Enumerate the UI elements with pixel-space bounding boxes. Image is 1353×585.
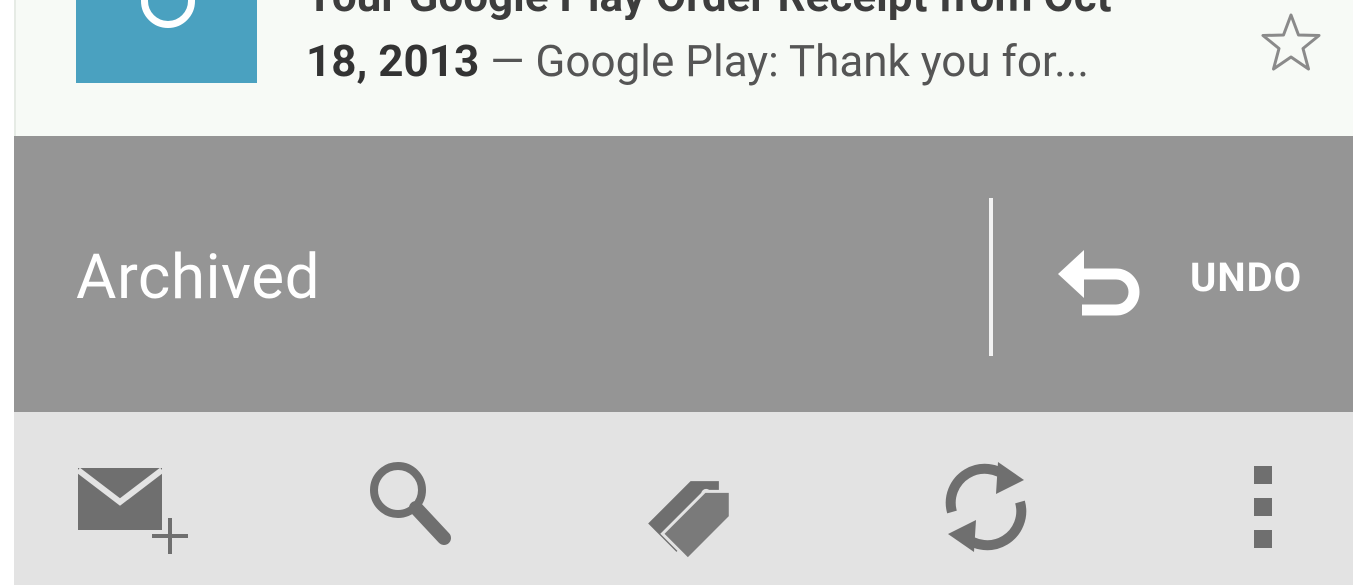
sender-avatar[interactable] — [76, 0, 257, 83]
star-icon[interactable] — [1260, 12, 1322, 74]
subject-clip: Your Google Play Order Receipt from Oct — [306, 0, 1236, 20]
email-snippet: Google Play: Thank you for... — [535, 35, 1089, 87]
search-icon — [370, 462, 451, 545]
snackbar-divider — [989, 198, 993, 356]
compose-mail-icon — [76, 467, 188, 554]
snackbar-status-text: Archived — [76, 241, 321, 314]
screen: Your Google Play Order Receipt from Oct … — [0, 0, 1353, 585]
archived-snackbar: Archived UNDO — [14, 136, 1353, 412]
bottom-action-bar — [14, 412, 1353, 585]
undo-label: UNDO — [1190, 254, 1303, 301]
compose-button[interactable] — [74, 452, 204, 562]
email-subject-continuation: 18, 2013 — [306, 35, 480, 87]
refresh-icon — [945, 462, 1027, 552]
overflow-menu-icon — [1254, 466, 1272, 548]
labels-icon — [648, 481, 732, 562]
refresh-button[interactable] — [934, 452, 1064, 562]
labels-button[interactable] — [646, 452, 776, 562]
separator-dash: — — [479, 35, 536, 87]
email-snippet-line: 18, 2013 — Google Play: Thank you for... — [306, 34, 1089, 88]
undo-button[interactable]: UNDO — [1044, 232, 1334, 324]
search-button[interactable] — [364, 452, 494, 562]
overflow-menu-button[interactable] — [1214, 452, 1344, 562]
undo-arrow-icon — [1058, 250, 1140, 316]
email-subject: Your Google Play Order Receipt from Oct — [306, 0, 1112, 20]
google-play-bag-icon — [141, 0, 195, 28]
email-list-item[interactable]: Your Google Play Order Receipt from Oct … — [14, 0, 1353, 136]
